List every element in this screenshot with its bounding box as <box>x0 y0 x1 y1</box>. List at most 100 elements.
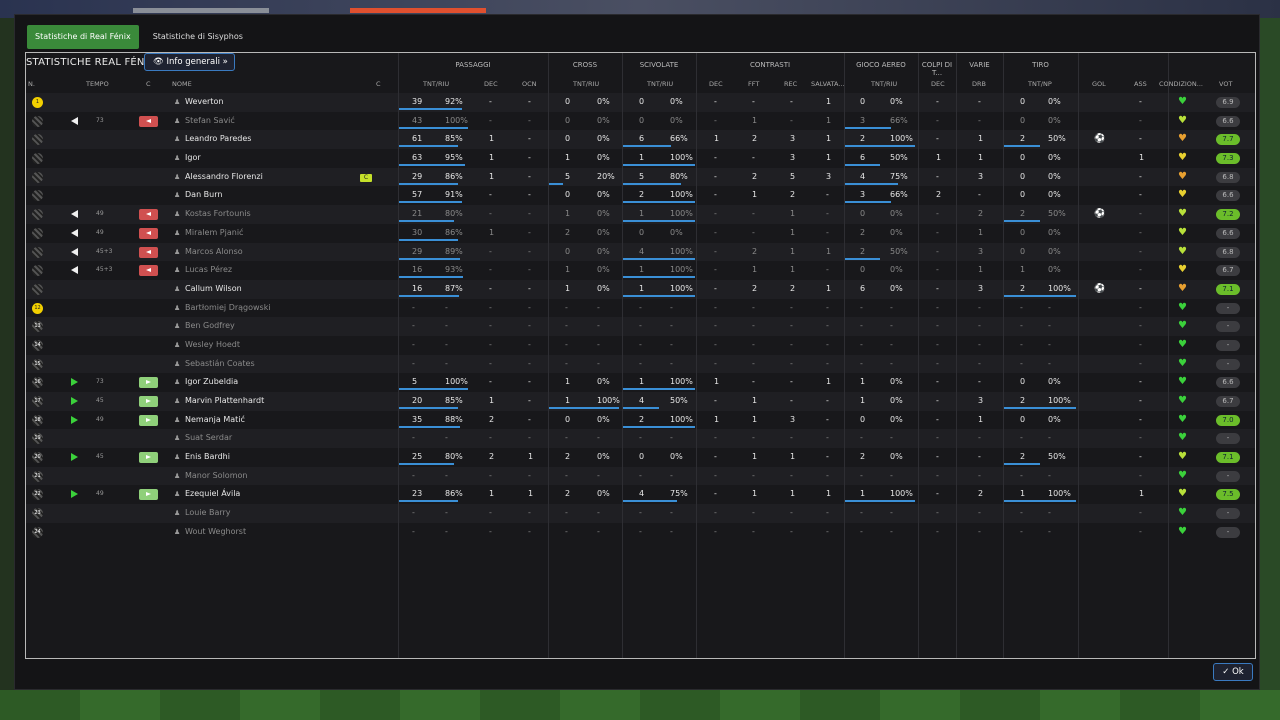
col-header-tempo[interactable]: TEMPO <box>86 80 109 88</box>
aerial-attempted: - <box>860 470 863 480</box>
player-row[interactable]: ♟ Dan Burn 57 91% - -0 0% 2 100% -1 2-3 66% 2-0 0% - ♥ 6… <box>26 186 1255 206</box>
rating-badge: 6.9 <box>1216 97 1240 108</box>
col-header-c1[interactable]: C <box>146 80 151 88</box>
col-header-sciv-tnt[interactable]: TNT/RIU <box>647 80 673 88</box>
contrasts-saved: - <box>826 526 829 536</box>
cross-attempted: - <box>565 358 568 368</box>
col-header-varie-drb[interactable]: DRB <box>972 80 986 88</box>
player-row[interactable]: 45+3 ♟ Marcos Alonso 29 89% - -0 0% 4 100% -2 1 1 2 50… <box>26 242 1255 262</box>
tackles-attempted: - <box>639 358 642 368</box>
player-row[interactable]: ♟ Callum Wilson 16 87% - -1 0% 1 100% -2 2 1 6 0% -3 2 1… <box>26 279 1255 299</box>
contrasts-dec: - <box>714 302 717 312</box>
tab-real-fenix-stats[interactable]: Statistiche di Real Fénix <box>27 25 139 49</box>
player-row[interactable]: 21 ♟ Manor Solomon - - - - - - - - - - - - - - - - - - - ♥ - <box>26 466 1255 486</box>
col-header-pass-ocn[interactable]: OCN <box>522 80 537 88</box>
passes-dec: - <box>489 358 492 368</box>
contrasts-saved: - <box>826 508 829 518</box>
check-icon: ✓ <box>1222 667 1230 677</box>
headers-dec: - <box>936 433 939 443</box>
col-header-c2[interactable]: C <box>376 80 381 88</box>
stats-table: STATISTICHE REAL FÉNIX 👁 Info generali »… <box>25 52 1256 659</box>
col-header-vot[interactable]: VOT <box>1219 80 1232 88</box>
col-header-con-dec[interactable]: DEC <box>709 80 723 88</box>
aerial-attempted: 2 <box>860 227 866 237</box>
shirt-number-icon: 14 <box>32 339 43 351</box>
player-row[interactable]: 19 ♟ Suat Serdar - - - - - - - - - - - - - - - - - - - ♥ - <box>26 429 1255 449</box>
shirt-number-icon <box>32 190 43 202</box>
shirt-number-icon: 24 <box>32 526 43 538</box>
player-row[interactable]: ♟ Igor 63 95% 1-1 0% 1 100% - -3 1 6 50% 1 1 0 0% 1 ♥ 7.3 <box>26 149 1255 168</box>
cross-pct: 0% <box>597 97 610 106</box>
contrasts-saved: 1 <box>826 115 832 125</box>
cross-pct: 0% <box>597 227 610 237</box>
col-header-con-salv[interactable]: SALVATA... <box>811 80 845 88</box>
col-header-colpi-dec[interactable]: DEC <box>931 80 945 88</box>
player-row[interactable]: 49 ♟ Kostas Fortounis 21 80% - -1 0% 1 100% - -1-0 0… <box>26 205 1255 224</box>
ok-button[interactable]: ✓ Ok <box>1213 663 1253 681</box>
substitution-badge <box>139 414 158 426</box>
col-header-cross-tnt[interactable]: TNT/RIU <box>573 80 599 88</box>
shirt-number-icon <box>32 209 43 221</box>
player-name: Sebastián Coates <box>185 358 255 368</box>
player-row[interactable]: 15 ♟ Sebastián Coates - - - - - - - - - - - - - - - - - - - ♥ - <box>26 354 1255 374</box>
contrasts-rec: 3 <box>790 134 796 144</box>
player-row[interactable]: 14 ♟ Wesley Hoedt - - - - - - - - - - - - - - - - - - - ♥ - <box>26 335 1255 355</box>
success-rate-bar <box>623 425 695 428</box>
assists: 1 <box>1139 489 1145 499</box>
assists: - <box>1139 171 1142 181</box>
substitution-badge <box>139 265 158 277</box>
success-rate-bar <box>398 388 468 391</box>
player-row[interactable]: 18 49 ♟ Nemanja Matić 35 88% 2-0 0% 2 100% 1 1 3-0 0%… <box>26 410 1255 430</box>
rating-badge: - <box>1216 508 1240 520</box>
passes-ocn: - <box>528 414 531 424</box>
col-header-con-rec[interactable]: REC <box>784 80 797 88</box>
rating-badge: - <box>1216 302 1240 314</box>
aerial-attempted: 0 <box>860 97 866 106</box>
player-row[interactable]: 13 ♟ Ben Godfrey - - - - - - - - - - - - - - - - - - - ♥ - <box>26 317 1255 336</box>
player-row[interactable]: 24 ♟ Wout Weghorst - - - - - - - - - - - - - - - - - - - ♥ - <box>26 522 1255 542</box>
contrasts-rec: 2 <box>790 283 796 293</box>
player-row[interactable]: ♟ Alessandro Florenzi C 29 86% 1-5 20% 5 80% -2 5 3… <box>26 167 1255 187</box>
col-header-pass-tnt[interactable]: TNT/RIU <box>423 80 449 88</box>
passes-attempted: - <box>412 508 415 518</box>
col-header-tiro-tnt[interactable]: TNT/NP <box>1028 80 1052 88</box>
col-header-num[interactable]: N. <box>28 80 35 88</box>
cross-pct: - <box>597 526 600 536</box>
view-dropdown[interactable]: 👁 Info generali » <box>144 53 235 71</box>
contrasts-saved: - <box>826 190 829 200</box>
assists: - <box>1139 358 1142 368</box>
player-row[interactable]: 22 49 ♟ Ezequiel Ávila 23 86% 1 1 2 0% 4 75% -1 1 1 1 10… <box>26 485 1255 505</box>
rating-badge: 6.6 <box>1216 377 1240 389</box>
player-row[interactable]: 45+3 ♟ Lucas Pérez 16 93% - -1 0% 1 100% -1 1-0 0% -1… <box>26 261 1255 280</box>
heart-icon: ♥ <box>1178 451 1187 463</box>
col-header-pass-dec[interactable]: DEC <box>484 80 498 88</box>
success-rate-bar <box>398 276 463 279</box>
col-header-ass[interactable]: ASS <box>1134 80 1147 88</box>
col-header-aer-tnt[interactable]: TNT/RIU <box>871 80 897 88</box>
heart-icon: ♥ <box>1178 395 1187 406</box>
tab-sisyphos-stats[interactable]: Statistiche di Sisyphos <box>145 25 251 49</box>
aerial-pct: 0% <box>890 97 903 106</box>
contrasts-fft: - <box>752 433 755 443</box>
player-row[interactable]: 1 ♟ Weverton 39 92% - -0 0% 0 0% - - -1 0 0% - -0 0% - ♥ 6.9 <box>26 93 1255 112</box>
player-row[interactable]: 20 45 ♟ Enis Bardhi 25 80% 2 1 2 0% 0 0% -1 1-2 0% - -2 5… <box>26 448 1255 467</box>
header-bar-red <box>350 8 486 13</box>
sub-minute: 49 <box>96 210 104 218</box>
col-header-cond[interactable]: CONDIZION... <box>1159 80 1203 88</box>
player-row[interactable]: 49 ♟ Miralem Pjanić 30 86% 1-2 0% 0 0% - -1-2 0% -1 0… <box>26 223 1255 243</box>
col-header-nome[interactable]: NOME <box>172 80 192 88</box>
player-row[interactable]: 23 ♟ Louie Barry - - - - - - - - - - - - - - - - - - - ♥ - <box>26 504 1255 523</box>
player-row[interactable]: 73 ♟ Stefan Savić 43 100% - -0 0% 0 0% -1-1 3 66% - -0… <box>26 111 1255 131</box>
player-row[interactable]: 17 45 ♟ Marvin Plattenhardt 20 85% 1-1 100% 4 50%… <box>26 392 1255 411</box>
aerial-pct: - <box>890 433 893 443</box>
passes-dec: - <box>489 470 492 480</box>
player-row[interactable]: 16 73 ♟ Igor Zubeldia 5 100% - -1 0% 1 100% 1- -1 1 0%… <box>26 373 1255 392</box>
col-header-gol[interactable]: GOL <box>1092 80 1106 88</box>
player-row[interactable]: ♟ Leandro Paredes 61 85% 1-0 0% 6 66% 1 2 3 1 2 100% -… <box>26 130 1255 150</box>
dribbles: 3 <box>978 171 984 181</box>
player-row[interactable]: 12 ♟ Bartłomiej Drągowski - - - - - - - - - - - - - - - - -… <box>26 298 1255 318</box>
person-icon: ♟ <box>174 210 181 219</box>
col-header-con-fft[interactable]: FFT <box>748 80 759 88</box>
cross-attempted: - <box>565 470 568 480</box>
sub-out-arrow-icon <box>71 228 78 237</box>
